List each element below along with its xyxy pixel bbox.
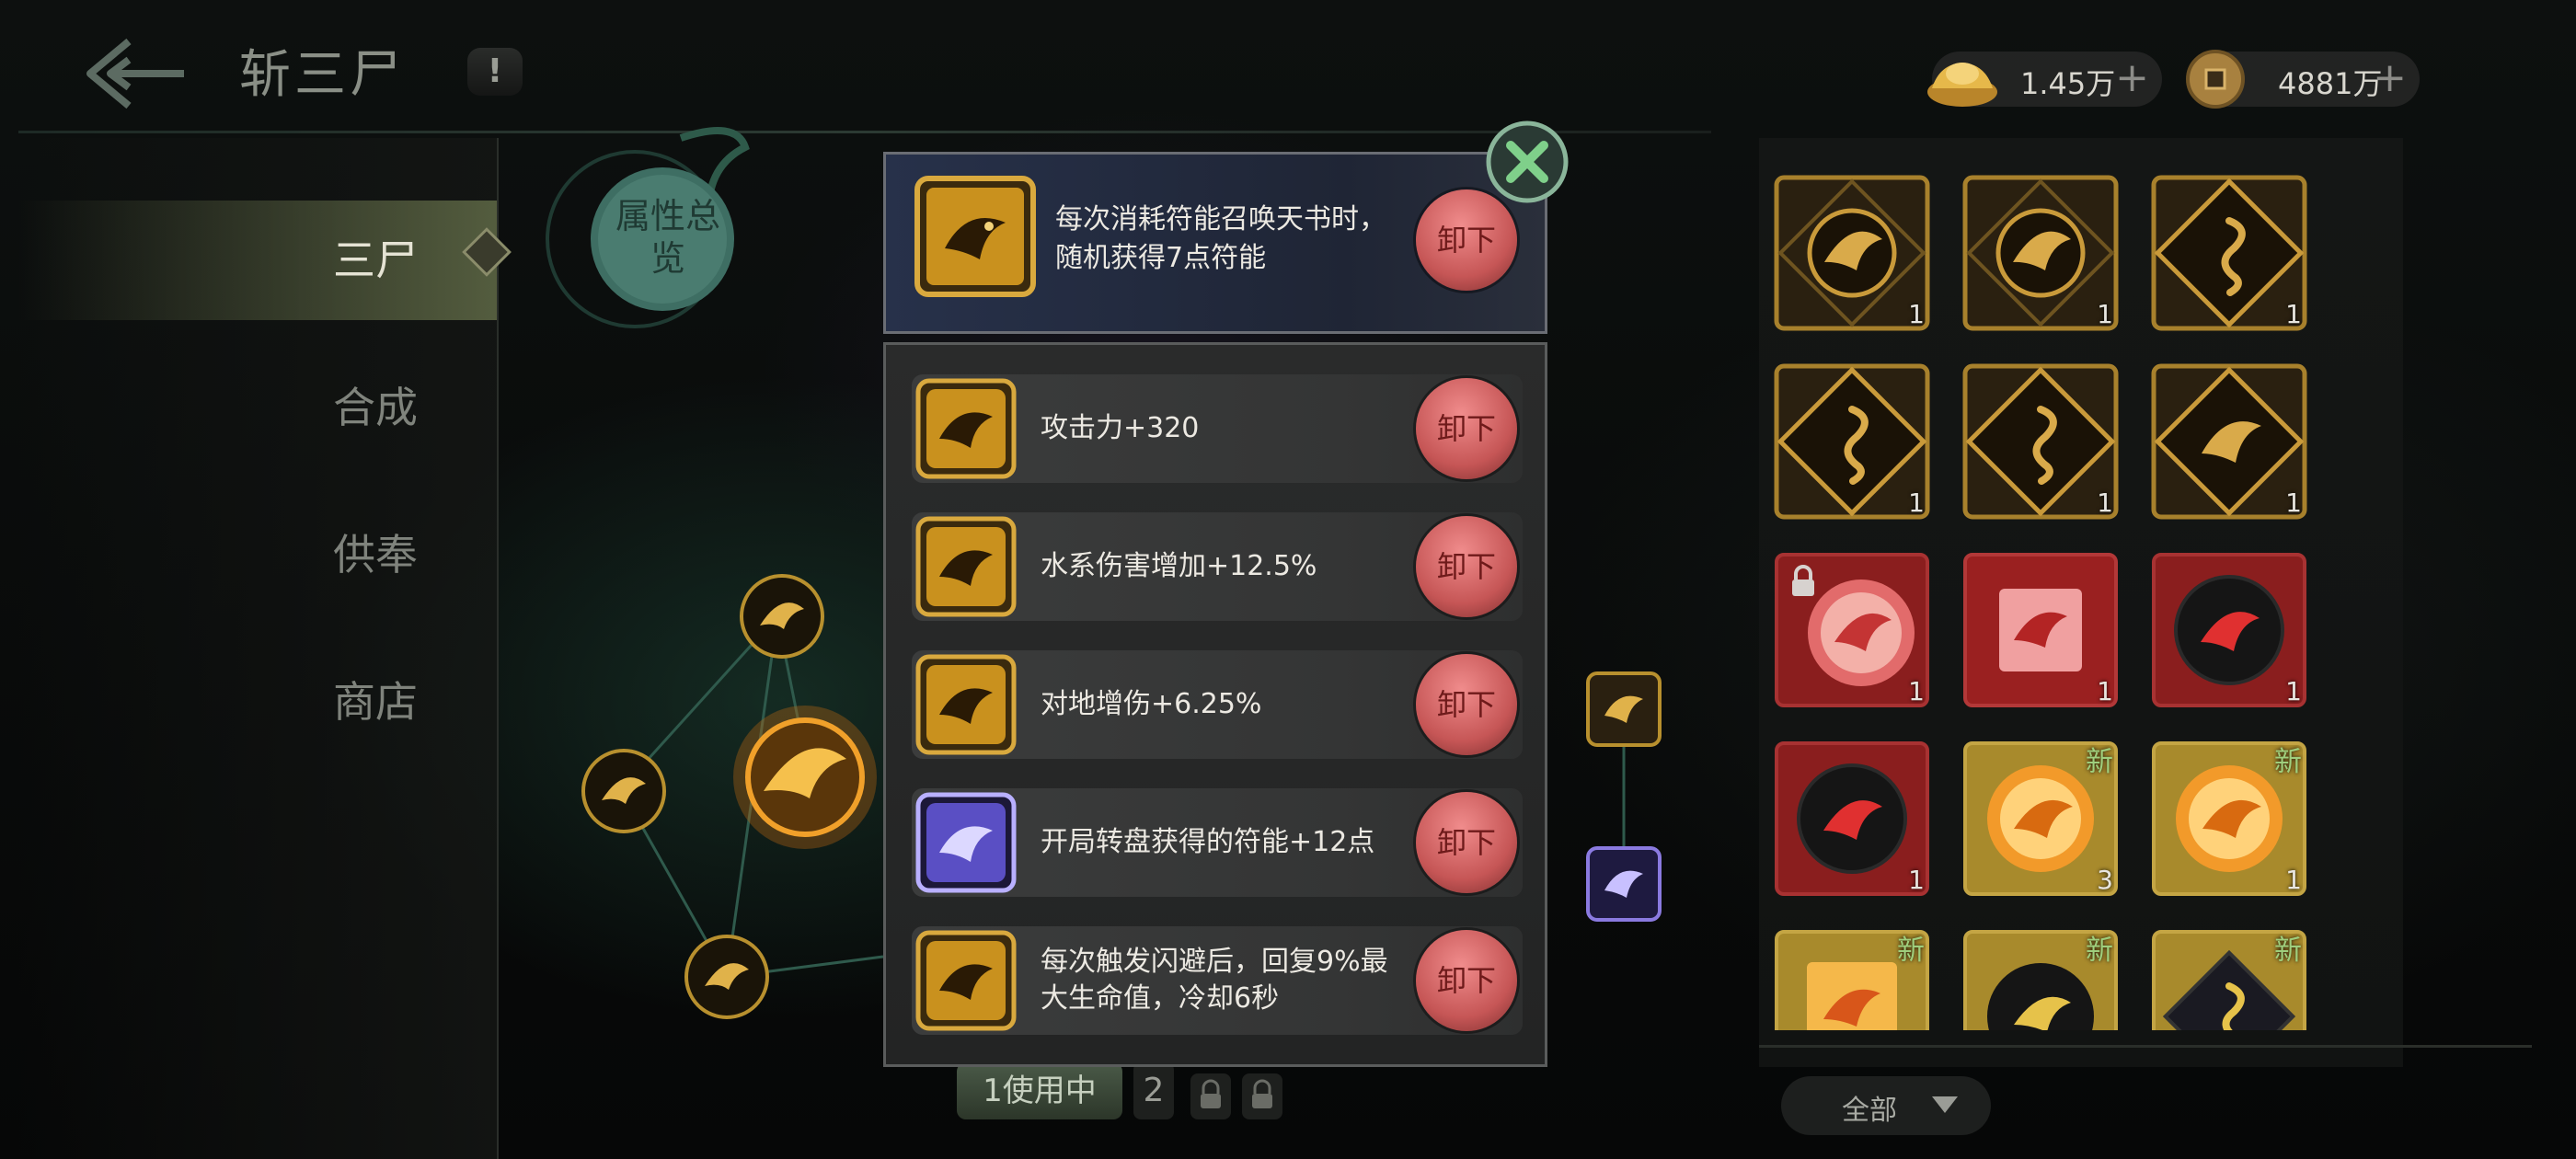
new-badge: 新 (2274, 935, 2302, 967)
unload-button[interactable]: 卸下 (1416, 189, 1517, 291)
gold-add-button[interactable]: + (2115, 57, 2149, 99)
rune-row: 对地增伤+6.25% 卸下 (912, 650, 1523, 759)
lock-icon (1201, 1079, 1221, 1108)
new-badge: 新 (2274, 746, 2302, 778)
gold-fish-rune-icon (2151, 363, 2307, 520)
rune-description: 每次触发闪避后，回复9%最大生命值，冷却6秒 (1041, 946, 1388, 1015)
inventory-grid: 1 1 1 1 1 1 1 1 1 1 新 3 新 1 新 新 新 (1766, 175, 2410, 1030)
gold-fish-rune-icon (915, 378, 1017, 479)
new-badge: 新 (2086, 746, 2113, 778)
inventory-item[interactable]: 新 (2151, 929, 2307, 1030)
item-count: 1 (1908, 676, 1925, 706)
item-count: 1 (2285, 865, 2302, 895)
item-count: 3 (2097, 865, 2113, 895)
item-count: 1 (2285, 299, 2302, 329)
equipped-rune-list: 攻击力+320 卸下 水系伤害增加+12.5% 卸下 对地增伤+6.25% 卸下 (883, 342, 1547, 1067)
filter-label: 全部 (1842, 1095, 1897, 1127)
rune-row: 开局转盘获得的符能+12点 卸下 (912, 788, 1523, 897)
gold-fish-rune-icon (915, 516, 1017, 617)
inventory-item[interactable]: 1 (1774, 552, 1930, 708)
item-count: 1 (2097, 299, 2113, 329)
gold-ingot-icon (1927, 63, 1997, 107)
tab-loadout-4-locked[interactable] (1242, 1073, 1282, 1119)
inventory-divider (1759, 1045, 2532, 1048)
rune-row: 水系伤害增加+12.5% 卸下 (912, 512, 1523, 621)
coin-currency: 4881万 + (2186, 50, 2420, 109)
close-button[interactable] (1485, 120, 1570, 204)
inventory-item[interactable]: 1 (1962, 363, 2119, 520)
item-count: 1 (2285, 488, 2302, 518)
gold-fish-rune-icon (915, 930, 1017, 1031)
gold-bird-rune-icon (1774, 175, 1930, 331)
inventory-item[interactable]: 新 3 (1962, 740, 2119, 897)
filter-dropdown[interactable]: 全部 (1781, 1076, 1991, 1135)
rune-row: 攻击力+320 卸下 (912, 374, 1523, 483)
rune-description: 对地增伤+6.25% (1041, 688, 1262, 720)
inventory-item[interactable]: 1 (1962, 552, 2119, 708)
gold-value: 1.45万 (2020, 66, 2116, 101)
rune-description: 攻击力+320 (1041, 412, 1200, 444)
item-count: 1 (1908, 299, 1925, 329)
item-count: 1 (1908, 488, 1925, 518)
inventory-item[interactable]: 新 (1962, 929, 2119, 1030)
tab-loadout-1[interactable]: 1使用中 (957, 1062, 1122, 1119)
chevron-down-icon (1932, 1096, 1958, 1113)
gold-snake-rune-icon (2151, 175, 2307, 331)
gold-currency: 1.45万 + (1927, 52, 2162, 107)
inventory-item[interactable]: 1 (2151, 175, 2307, 331)
tree-node-bird-main[interactable] (727, 699, 883, 855)
rune-description: 水系伤害增加+12.5% (1041, 550, 1317, 582)
gold-fish-rune-icon (915, 654, 1017, 755)
item-count: 1 (2097, 488, 2113, 518)
gold-fish-rune-icon (914, 176, 1036, 297)
inventory-item[interactable]: 新 1 (2151, 740, 2307, 897)
item-count: 1 (2097, 676, 2113, 706)
skill-description: 每次消耗符能召唤天书时，随机获得7点符能 (1055, 203, 1386, 274)
inventory-item[interactable]: 新 (1774, 929, 1930, 1030)
red-bird-dark-rune-icon (1775, 741, 1929, 896)
copper-coin-icon (2186, 50, 2245, 109)
item-count: 1 (2285, 676, 2302, 706)
gold-bird-rune-icon (1962, 175, 2119, 331)
unload-button[interactable]: 卸下 (1416, 792, 1517, 893)
attribute-overview-button[interactable]: 属性总览 (570, 138, 754, 322)
tree-node-fish-purple[interactable] (1586, 846, 1662, 922)
tree-node-bird[interactable] (580, 747, 668, 835)
lock-icon (1792, 565, 1814, 596)
gold-snake-rune-icon (1962, 363, 2119, 520)
gold-snake-rune-icon (1774, 363, 1930, 520)
inventory-item[interactable]: 1 (1774, 175, 1930, 331)
skill-rune-icon (914, 175, 1037, 302)
new-badge: 新 (2086, 935, 2113, 967)
inventory-item[interactable]: 1 (1774, 363, 1930, 520)
rune-row: 每次触发闪避后，回复9%最大生命值，冷却6秒 卸下 (912, 926, 1523, 1035)
equipped-skill-slot: 每次消耗符能召唤天书时，随机获得7点符能 卸下 (883, 152, 1547, 334)
unload-button[interactable]: 卸下 (1416, 378, 1517, 479)
unload-button[interactable]: 卸下 (1416, 654, 1517, 755)
coin-value: 4881万 (2278, 66, 2383, 101)
tab-loadout-3-locked[interactable] (1190, 1073, 1231, 1119)
lock-icon (1252, 1079, 1272, 1108)
unload-button[interactable]: 卸下 (1416, 930, 1517, 1031)
badge-label: 属性总览 (615, 196, 720, 279)
rune-description: 开局转盘获得的符能+12点 (1041, 826, 1375, 858)
purple-fish-rune-icon (915, 792, 1017, 893)
inventory-item[interactable]: 1 (2151, 552, 2307, 708)
tree-node-fish[interactable] (1586, 671, 1662, 747)
inventory-item[interactable]: 1 (1774, 740, 1930, 897)
tree-node-bird[interactable] (738, 572, 826, 660)
tab-loadout-2[interactable]: 2 (1133, 1062, 1174, 1119)
item-count: 1 (1908, 865, 1925, 895)
red-fish-rune-icon (1963, 553, 2118, 707)
inventory-item[interactable]: 1 (2151, 363, 2307, 520)
inventory-item[interactable]: 1 (1962, 175, 2119, 331)
red-bird-dark-rune-icon (2152, 553, 2306, 707)
new-badge: 新 (1897, 935, 1925, 967)
tree-node-bird[interactable] (683, 933, 771, 1021)
unload-button[interactable]: 卸下 (1416, 516, 1517, 617)
coin-add-button[interactable]: + (2373, 57, 2407, 99)
